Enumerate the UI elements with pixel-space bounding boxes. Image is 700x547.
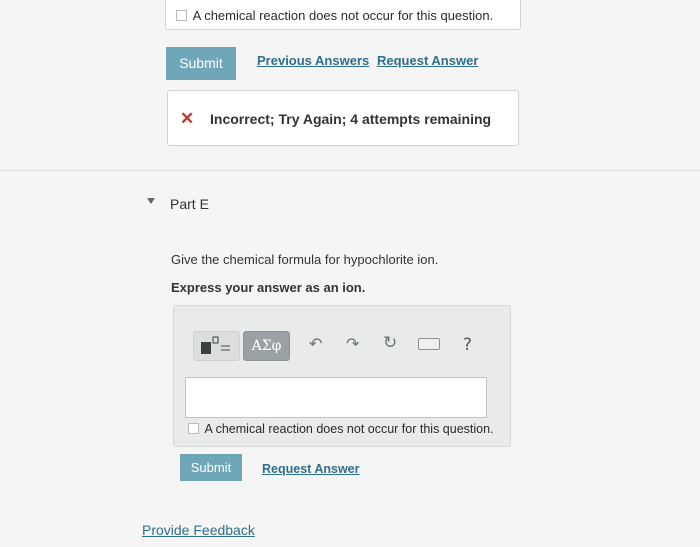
templates-icon: [201, 336, 230, 354]
part-title[interactable]: Part E: [170, 196, 209, 212]
no-reaction-label: A chemical reaction does not occur for t…: [192, 8, 494, 24]
redo-icon[interactable]: ↷: [346, 334, 359, 354]
collapse-triangle-icon[interactable]: [147, 198, 155, 204]
templates-button[interactable]: [193, 331, 240, 361]
undo-icon[interactable]: ↶: [309, 334, 322, 354]
no-reaction-option-part-e[interactable]: A chemical reaction does not occur for t…: [188, 421, 494, 436]
instruction-text: Express your answer as an ion.: [171, 280, 366, 295]
section-divider: [0, 170, 700, 171]
greek-symbols-button[interactable]: ΑΣφ: [243, 331, 290, 361]
request-answer-link[interactable]: Request Answer: [377, 53, 478, 68]
question-text: Give the chemical formula for hypochlori…: [171, 252, 439, 267]
request-answer-link[interactable]: Request Answer: [262, 462, 359, 476]
submit-button[interactable]: Submit: [180, 454, 242, 481]
no-reaction-checkbox[interactable]: [188, 423, 199, 435]
provide-feedback-link[interactable]: Provide Feedback: [142, 522, 255, 538]
no-reaction-label: A chemical reaction does not occur for t…: [204, 421, 494, 436]
help-icon[interactable]: ?: [463, 335, 472, 355]
keyboard-icon[interactable]: [418, 338, 440, 350]
no-reaction-option[interactable]: A chemical reaction does not occur for t…: [176, 7, 493, 23]
answer-input[interactable]: [185, 377, 487, 418]
feedback-message: Incorrect; Try Again; 4 attempts remaini…: [210, 111, 492, 127]
reset-icon[interactable]: ↻: [383, 333, 397, 353]
previous-answers-link[interactable]: Previous Answers: [257, 53, 369, 68]
submit-button[interactable]: Submit: [166, 47, 236, 80]
x-mark-icon: ✕: [180, 109, 195, 128]
no-reaction-checkbox[interactable]: [176, 10, 187, 22]
